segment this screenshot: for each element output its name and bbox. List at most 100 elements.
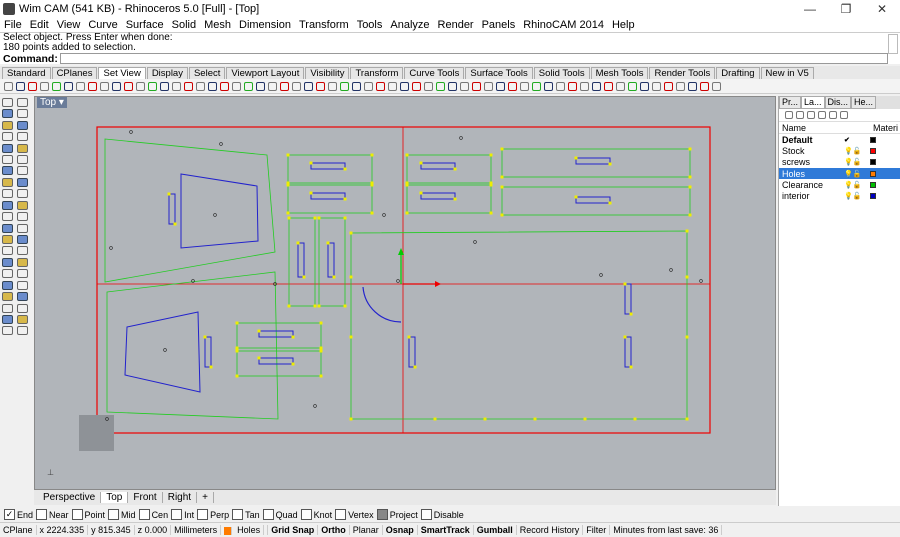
left-tool-icon[interactable] [17,314,28,324]
screw-hole[interactable] [396,279,400,283]
layer-color-swatch[interactable] [870,136,876,143]
left-tool-icon[interactable] [2,143,13,153]
slot-c2[interactable] [575,196,611,204]
close-button[interactable]: ✕ [864,0,900,17]
move-down-icon[interactable] [828,111,837,119]
layer-state-icons[interactable]: 💡🔓 [844,181,870,189]
control-point[interactable] [407,335,411,339]
toolbar-tool-icon[interactable] [447,81,457,91]
control-point[interactable] [685,417,689,421]
control-point[interactable] [317,304,321,308]
toolbar-tool-icon[interactable] [135,81,145,91]
ortho-toggle[interactable]: Ortho [318,525,350,535]
toolbar-tool-icon[interactable] [75,81,85,91]
toolbar-tool-icon[interactable] [147,81,157,91]
toolbar-tool-icon[interactable] [483,81,493,91]
units-label[interactable]: Millimeters [171,525,222,535]
screw-hole[interactable] [599,273,603,277]
menu-surface[interactable]: Surface [122,19,168,31]
toolbar-tool-icon[interactable] [471,81,481,91]
control-point[interactable] [173,222,177,226]
delete-layer-icon[interactable] [806,111,815,119]
toolbar-tool-icon[interactable] [627,81,637,91]
layer-row-clearance[interactable]: Clearance 💡🔓 [779,179,900,190]
left-tool-icon[interactable] [17,292,28,302]
control-point[interactable] [309,191,313,195]
control-point[interactable] [688,147,692,151]
control-point[interactable] [235,346,239,350]
control-point[interactable] [286,183,290,187]
left-tool-icon[interactable] [17,326,28,336]
layer-state-icons[interactable]: 💡🔓 [844,158,870,166]
part-slot-d1[interactable] [236,322,322,349]
menu-render[interactable]: Render [434,19,478,31]
slot-c1[interactable] [575,157,611,165]
toolbar-tool-icon[interactable] [255,81,265,91]
base-slot-2[interactable] [624,336,632,368]
menu-transform[interactable]: Transform [295,19,353,31]
layer-color-swatch[interactable] [870,147,876,154]
toolbar-tool-icon[interactable] [579,81,589,91]
left-tool-icon[interactable] [2,155,13,165]
control-point[interactable] [489,153,493,157]
control-point[interactable] [608,162,612,166]
panel-tab-properties[interactable]: Pr... [779,96,802,109]
left-tool-icon[interactable] [2,314,13,324]
tab-mesh-tools[interactable]: Mesh Tools [590,67,649,79]
menu-solid[interactable]: Solid [168,19,200,31]
part-left-top[interactable] [104,138,276,283]
filter-icon[interactable] [839,111,848,119]
toolbar-tool-icon[interactable] [195,81,205,91]
part-slot-c1[interactable] [501,148,691,178]
left-tool-icon[interactable] [17,280,28,290]
control-point[interactable] [623,335,627,339]
slot-a1[interactable] [310,162,346,170]
top-viewport[interactable]: Top ▾ ⊥ [34,96,776,490]
osnap-knot[interactable]: Knot [300,509,332,520]
left-tool-icon[interactable] [17,166,28,176]
control-point[interactable] [574,195,578,199]
pocket-left-bottom[interactable] [124,311,201,393]
control-point[interactable] [685,335,689,339]
left-tool-icon[interactable] [17,269,28,279]
control-point[interactable] [319,374,323,378]
left-tool-icon[interactable] [17,109,28,119]
control-point[interactable] [349,335,353,339]
control-point[interactable] [349,275,353,279]
control-point[interactable] [343,304,347,308]
left-tool-icon[interactable] [2,303,13,313]
tab-transform[interactable]: Transform [350,67,404,79]
toolbar-tool-icon[interactable] [411,81,421,91]
current-layer-check[interactable]: ✔ [844,136,870,144]
slot-b2[interactable] [420,192,456,200]
control-point[interactable] [235,349,239,353]
menu-analyze[interactable]: Analyze [386,19,433,31]
panel-tab-help[interactable]: He... [851,96,877,109]
toolbar-tool-icon[interactable] [27,81,37,91]
toolbar-tool-icon[interactable] [639,81,649,91]
slot-d2[interactable] [258,357,294,365]
tab-cplanes[interactable]: CPlanes [51,67,98,79]
toolbar-tool-icon[interactable] [519,81,529,91]
move-up-icon[interactable] [817,111,826,119]
toolbar-tool-icon[interactable] [507,81,517,91]
record-history-toggle[interactable]: Record History [517,525,584,535]
left-tool-icon[interactable] [17,223,28,233]
screw-hole[interactable] [163,348,167,352]
post-slot-2[interactable] [327,242,335,278]
screw-hole[interactable] [213,213,217,217]
control-point[interactable] [257,329,261,333]
tab-viewport-layout[interactable]: Viewport Layout [226,67,305,79]
menu-file[interactable]: File [0,19,26,31]
grid-snap-toggle[interactable]: Grid Snap [268,525,319,535]
toolbar-tool-icon[interactable] [303,81,313,91]
planar-toggle[interactable]: Planar [350,525,383,535]
control-point[interactable] [286,211,290,215]
menu-edit[interactable]: Edit [26,19,53,31]
screw-hole[interactable] [382,213,386,217]
left-tool-icon[interactable] [2,235,13,244]
screw-hole[interactable] [459,136,463,140]
control-point[interactable] [257,356,261,360]
screw-hole[interactable] [109,246,113,250]
control-point[interactable] [483,417,487,421]
